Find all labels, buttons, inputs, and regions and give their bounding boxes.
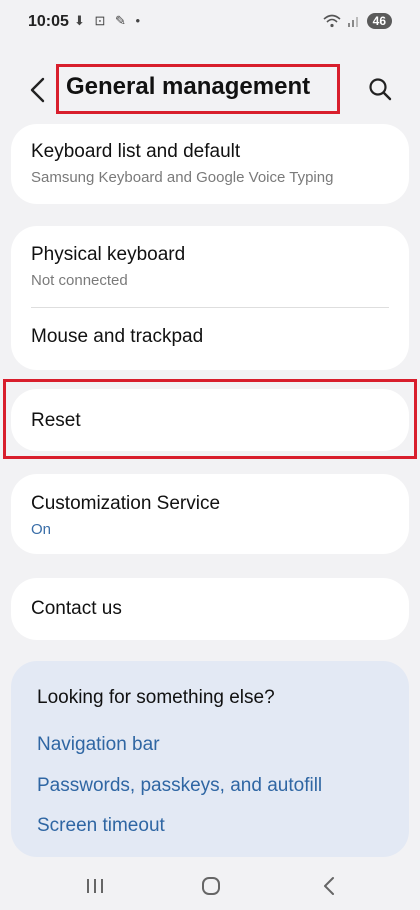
nav-back-icon[interactable] [315,874,343,898]
link-passwords-autofill[interactable]: Passwords, passkeys, and autofill [37,775,322,797]
suggestions-card: Looking for something else? Navigation b… [11,661,409,857]
app-header: General management [0,60,420,120]
notification-icons: ⬇ ⊡ ✎ • [74,13,144,28]
contact-us-item[interactable]: Contact us [11,578,409,640]
physical-keyboard-item[interactable]: Physical keyboard Not connected [11,226,409,306]
home-icon[interactable] [197,874,225,898]
customization-service-item[interactable]: Customization Service On [11,474,409,554]
keyboard-list-item[interactable]: Keyboard list and default Samsung Keyboa… [11,124,409,204]
wifi-icon [323,14,341,28]
link-navigation-bar[interactable]: Navigation bar [37,734,160,756]
reset-highlight-box [3,379,417,459]
status-time: 10:05 [28,13,69,30]
battery-badge: 46 [366,13,392,29]
system-nav-bar [0,862,420,910]
customization-service-status: On [31,521,52,538]
keyboard-list-subtitle: Samsung Keyboard and Google Voice Typing [31,169,334,186]
mouse-trackpad-title: Mouse and trackpad [31,326,204,347]
keyboard-list-title: Keyboard list and default [31,141,241,162]
link-screen-timeout[interactable]: Screen timeout [37,815,165,837]
mouse-trackpad-item[interactable]: Mouse and trackpad [11,308,409,370]
page-title: General management [66,73,311,100]
signal-icon [347,17,358,27]
status-right: 46 [323,13,392,29]
customization-service-title: Customization Service [31,493,221,514]
contact-us-title: Contact us [31,598,122,619]
back-icon[interactable] [24,74,54,106]
input-devices-card: Physical keyboard Not connected Mouse an… [11,226,409,370]
recent-apps-icon[interactable] [81,874,109,898]
status-bar: 10:05 ⬇ ⊡ ✎ • 46 [0,0,420,46]
physical-keyboard-title: Physical keyboard [31,244,186,265]
physical-keyboard-subtitle: Not connected [31,272,128,289]
search-icon[interactable] [366,75,394,103]
suggestions-title: Looking for something else? [37,687,275,708]
